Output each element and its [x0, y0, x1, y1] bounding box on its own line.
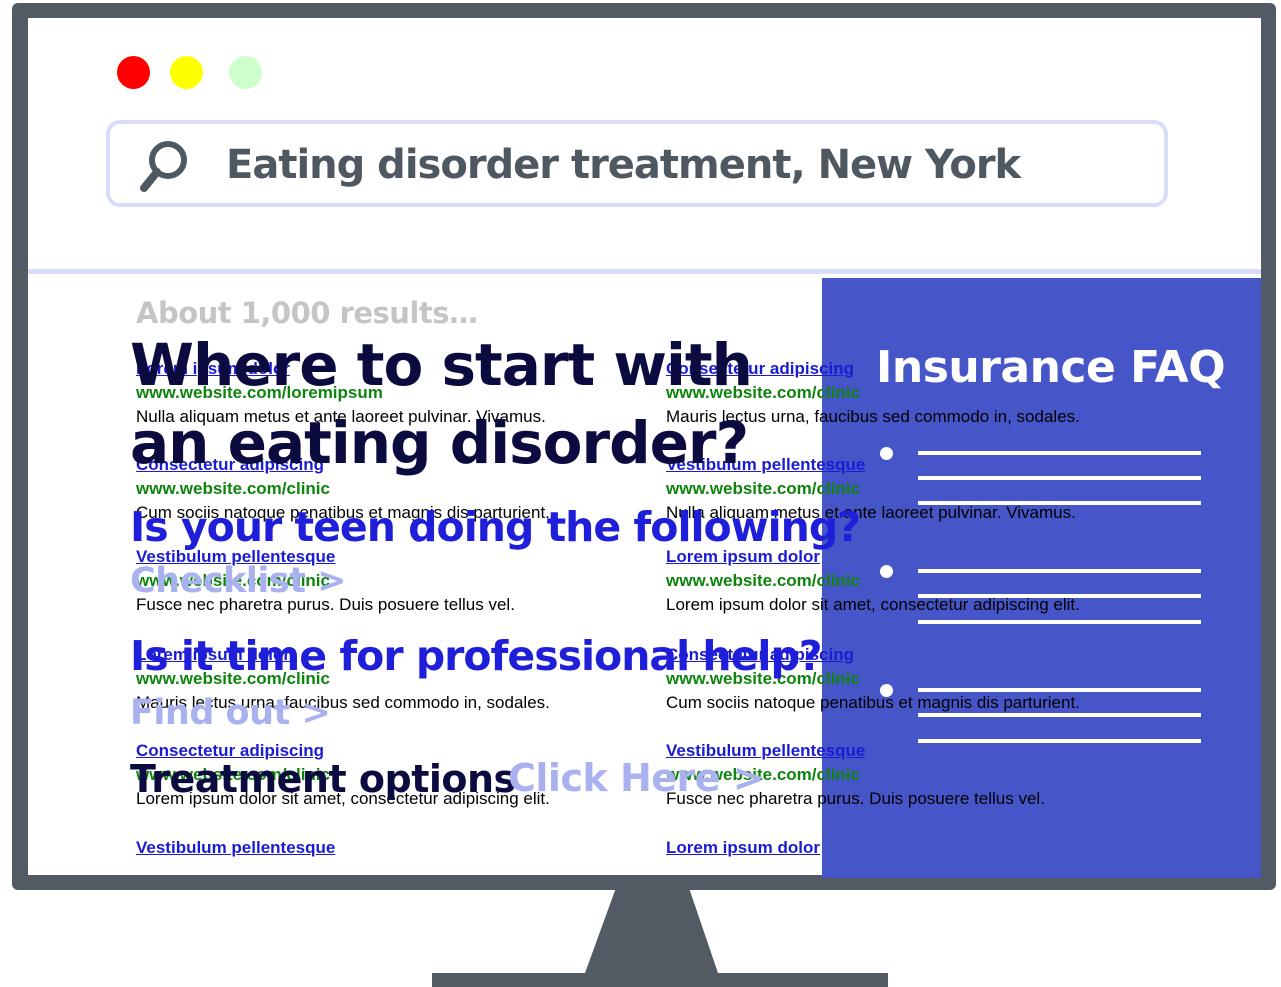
teen-checklist-question: Is your teen doing the following? — [130, 503, 861, 551]
results-count: About 1,000 results… — [136, 296, 478, 330]
faq-line[interactable] — [918, 476, 1201, 480]
header-divider — [28, 269, 1261, 274]
headline-line-2: an eating disorder? — [130, 409, 749, 477]
search-result: Vestibulum pellentesque — [136, 836, 335, 860]
click-here-link[interactable]: Click Here > — [508, 756, 765, 800]
checklist-link[interactable]: Checklist > — [130, 561, 346, 601]
faq-bullet — [880, 447, 893, 460]
result-description: Cum sociis natoque penatibus et magnis d… — [666, 693, 1080, 712]
search-query[interactable]: Eating disorder treatment, New York — [226, 142, 1021, 188]
maximize-window-dot[interactable] — [229, 56, 262, 89]
faq-bullet — [880, 565, 893, 578]
headline-line-1: Where to start with — [130, 331, 753, 399]
search-result: Lorem ipsum dolor www.website.com/clinic… — [666, 545, 1080, 617]
faq-line[interactable] — [918, 739, 1201, 743]
close-window-dot[interactable] — [117, 56, 150, 89]
find-out-link[interactable]: Find out > — [130, 693, 331, 733]
professional-help-question: Is it time for professional help? — [130, 632, 823, 680]
result-title-link[interactable]: Lorem ipsum dolor — [666, 836, 820, 860]
faq-line[interactable] — [918, 451, 1201, 455]
faq-line[interactable] — [918, 569, 1201, 573]
search-result: Lorem ipsum dolor — [666, 836, 820, 860]
faq-line[interactable] — [918, 620, 1201, 624]
faq-line[interactable] — [918, 688, 1201, 692]
result-url: www.website.com/clinic — [136, 479, 330, 498]
minimize-window-dot[interactable] — [170, 56, 203, 89]
treatment-options-label: Treatment options — [130, 757, 516, 801]
search-bar[interactable]: Eating disorder treatment, New York — [106, 120, 1168, 207]
faq-bullet — [880, 684, 893, 697]
search-icon — [140, 141, 187, 192]
faq-line[interactable] — [918, 713, 1201, 717]
result-title-link[interactable]: Vestibulum pellentesque — [136, 836, 335, 860]
faq-title: Insurance FAQ — [876, 342, 1226, 393]
result-url: www.website.com/clinic — [666, 479, 860, 498]
faq-line[interactable] — [918, 501, 1201, 505]
faq-line[interactable] — [918, 594, 1201, 598]
